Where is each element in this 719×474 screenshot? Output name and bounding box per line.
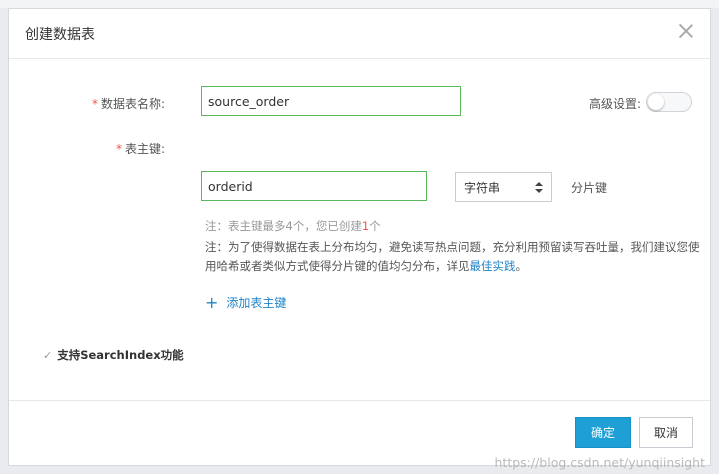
check-icon: ✓ bbox=[43, 348, 53, 362]
select-arrows-icon bbox=[535, 181, 543, 195]
table-name-value: source_order bbox=[208, 93, 290, 109]
primary-key-input[interactable]: orderid bbox=[201, 171, 427, 201]
watermark: https://blog.csdn.net/yunqiinsight bbox=[494, 455, 706, 470]
primary-key-type-value: 字符串 bbox=[464, 180, 501, 195]
primary-key-type-select[interactable]: 字符串 bbox=[455, 172, 552, 202]
background-strip bbox=[0, 0, 719, 8]
add-primary-key-button[interactable]: + 添加表主键 bbox=[205, 294, 286, 311]
primary-key-limit-note: 注：表主键最多4个，您已创建1个 bbox=[205, 218, 381, 234]
dialog-header: 创建数据表 bbox=[9, 9, 710, 59]
partition-key-label: 分片键 bbox=[571, 181, 608, 195]
note1-suffix: 个 bbox=[369, 219, 381, 233]
advanced-settings-toggle[interactable] bbox=[646, 92, 692, 112]
note1-prefix: 注：表主键最多4个，您已创建 bbox=[205, 219, 362, 233]
advanced-settings-label: 高级设置: bbox=[588, 97, 641, 111]
search-index-checkbox[interactable]: ✓ 支持SearchIndex功能 bbox=[43, 347, 184, 363]
required-mark: * bbox=[115, 142, 122, 156]
table-name-label: * 数据表名称: bbox=[69, 95, 165, 112]
distribution-note: 注：为了使得数据在表上分布均匀，避免读写热点问题，充分利用预留读写吞吐量，我们建… bbox=[205, 238, 700, 276]
primary-key-label-text: 表主键: bbox=[124, 142, 165, 156]
cancel-button[interactable]: 取消 bbox=[639, 417, 693, 448]
close-icon[interactable] bbox=[676, 21, 696, 41]
search-index-label: 支持SearchIndex功能 bbox=[57, 348, 184, 362]
table-name-input[interactable]: source_order bbox=[201, 86, 461, 116]
primary-key-value: orderid bbox=[208, 178, 253, 194]
note2-text: 注：为了使得数据在表上分布均匀，避免读写热点问题，充分利用预留读写吞吐量，我们建… bbox=[205, 240, 700, 273]
confirm-button[interactable]: 确定 bbox=[575, 417, 631, 448]
dialog-title: 创建数据表 bbox=[25, 27, 95, 43]
note2-end: 。 bbox=[515, 259, 528, 273]
required-mark: * bbox=[91, 97, 98, 111]
table-name-label-text: 数据表名称: bbox=[100, 97, 165, 111]
add-primary-key-label: 添加表主键 bbox=[226, 296, 287, 310]
best-practice-link[interactable]: 最佳实践 bbox=[470, 259, 516, 273]
plus-icon: + bbox=[205, 292, 219, 312]
toggle-knob bbox=[648, 94, 664, 110]
primary-key-label: * 表主键: bbox=[69, 140, 165, 157]
create-table-dialog: 创建数据表 * 数据表名称: source_order 高级设置: * 表主键: o… bbox=[8, 8, 711, 466]
